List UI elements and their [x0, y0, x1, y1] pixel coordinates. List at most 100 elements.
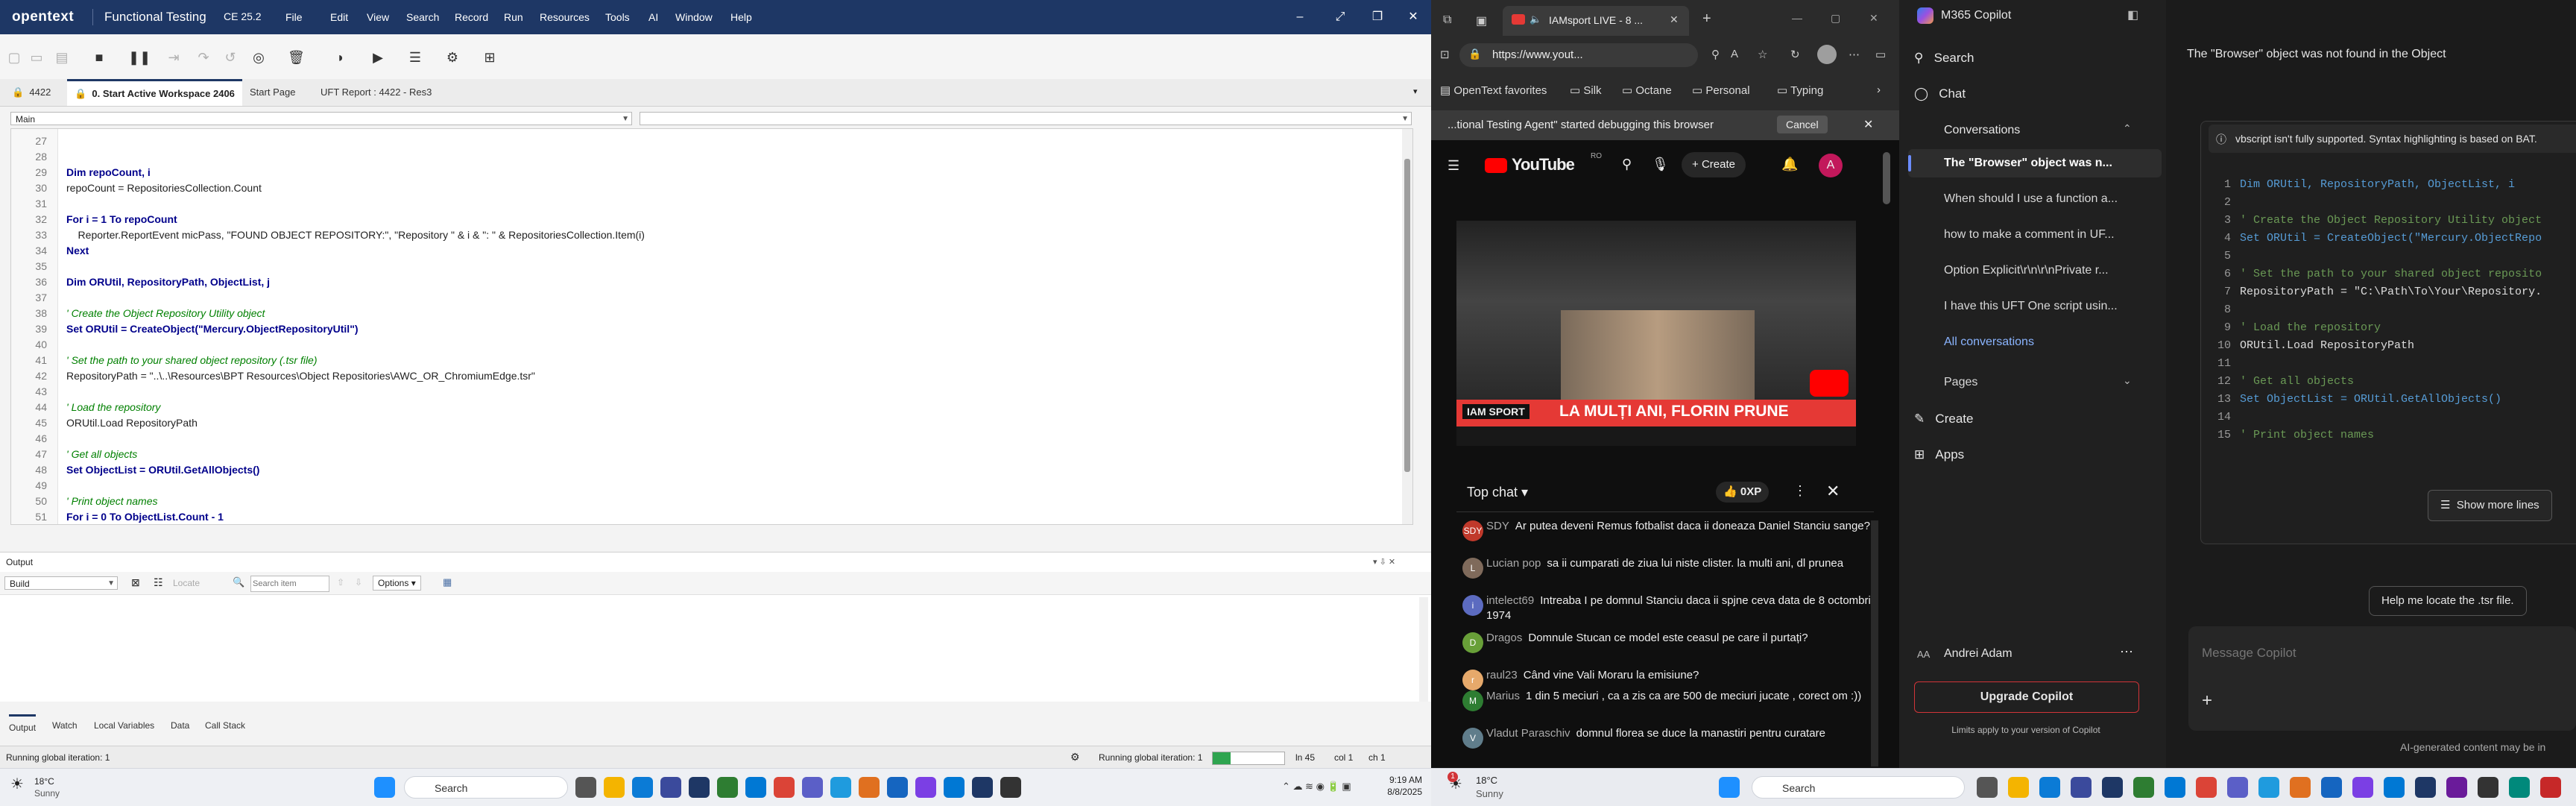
- app-icon[interactable]: [2415, 777, 2436, 798]
- chat-author[interactable]: Lucian pop: [1486, 557, 1541, 570]
- task-view-icon[interactable]: [575, 777, 596, 798]
- upgrade-copilot-button[interactable]: Upgrade Copilot: [1914, 681, 2139, 713]
- chat-scrollbar[interactable]: [1871, 520, 1878, 766]
- app-icon[interactable]: [2321, 777, 2342, 798]
- app-icon[interactable]: [972, 777, 993, 798]
- sidebar-toggle-icon[interactable]: ▭: [1875, 48, 1886, 61]
- show-more-lines-button[interactable]: ☰ Show more lines: [2428, 490, 2552, 521]
- new-tab-icon[interactable]: +: [1702, 10, 1711, 28]
- search-icon[interactable]: ⚲: [1622, 157, 1632, 172]
- save-icon[interactable]: ▤: [54, 49, 70, 66]
- chat-avatar[interactable]: L: [1462, 558, 1483, 579]
- add-attachment-icon[interactable]: +: [2202, 690, 2212, 711]
- tab-call-stack[interactable]: Call Stack: [205, 714, 245, 737]
- menu-search[interactable]: Search: [398, 0, 447, 34]
- message-composer[interactable]: +: [2188, 626, 2576, 731]
- delete-icon[interactable]: 🗑: [288, 49, 305, 66]
- app-icon[interactable]: [660, 777, 681, 798]
- outlook-icon[interactable]: [2165, 777, 2185, 798]
- output-search-input[interactable]: [250, 576, 329, 592]
- close-banner-icon[interactable]: ✕: [1863, 117, 1873, 132]
- menu-window[interactable]: Window: [667, 0, 721, 34]
- close-icon[interactable]: ✕: [1395, 0, 1431, 34]
- chat-mode-select[interactable]: Top chat ▾: [1467, 485, 1528, 500]
- task-view-icon[interactable]: [1977, 777, 1998, 798]
- workspaces-icon[interactable]: ⧉: [1443, 13, 1451, 27]
- app-icon[interactable]: [830, 777, 851, 798]
- app-icon[interactable]: [717, 777, 738, 798]
- file-explorer-icon[interactable]: [604, 777, 625, 798]
- chrome-icon[interactable]: [2196, 777, 2217, 798]
- extension-icon[interactable]: ⚲: [1711, 48, 1720, 61]
- tab-workspace[interactable]: 🔒 0. Start Active Workspace 2406: [67, 79, 242, 106]
- app-icon[interactable]: [2384, 777, 2405, 798]
- profile-avatar[interactable]: [1817, 45, 1837, 64]
- conversation-item[interactable]: The "Browser" object was n...: [1944, 157, 2112, 170]
- tab-watch[interactable]: Watch: [52, 714, 78, 737]
- read-aloud-icon[interactable]: A: [1731, 48, 1738, 60]
- app-icon[interactable]: [2071, 777, 2092, 798]
- more-icon[interactable]: ⋯: [1849, 48, 1860, 61]
- object-spy-icon[interactable]: ⊞: [482, 49, 498, 66]
- app-icon[interactable]: [2509, 777, 2530, 798]
- nav-apps[interactable]: ⊞ Apps: [1914, 447, 1964, 462]
- options-button[interactable]: Options ▾: [373, 576, 421, 591]
- chat-avatar[interactable]: i: [1462, 595, 1483, 616]
- subscribe-play-icon[interactable]: [1810, 370, 1849, 397]
- close-chat-icon[interactable]: ✕: [1826, 482, 1840, 501]
- taskbar-search[interactable]: Search: [404, 776, 568, 799]
- video-player[interactable]: IAM SPORT LA MULȚI ANI, FLORIN PRUNE: [1456, 221, 1856, 446]
- tab-test-id[interactable]: 🔒 4422: [4, 79, 58, 106]
- menu-file[interactable]: File: [277, 0, 311, 34]
- account-avatar[interactable]: A: [1819, 154, 1843, 177]
- scrollbar-thumb[interactable]: [1404, 159, 1410, 472]
- taskbar-search[interactable]: Search: [1752, 776, 1965, 799]
- settings-icon[interactable]: ⚙: [444, 49, 461, 66]
- conversations-header[interactable]: Conversations: [1944, 124, 2020, 137]
- menu-help[interactable]: Help: [722, 0, 760, 34]
- next-icon[interactable]: ⇩: [355, 577, 362, 588]
- conversation-item[interactable]: I have this UFT One script usin...: [1944, 300, 2118, 313]
- app-icon[interactable]: [887, 777, 908, 798]
- chat-author[interactable]: intelect69: [1486, 594, 1534, 607]
- favorites-octane[interactable]: ▭ Octane: [1622, 84, 1672, 97]
- system-tray-icons[interactable]: ⌃ ☁ ≋ ◉ 🔋 ▣: [1282, 781, 1351, 793]
- step-out-icon[interactable]: ↺: [222, 49, 239, 66]
- user-more-icon[interactable]: ⋯: [2120, 644, 2133, 660]
- conversation-item[interactable]: Option Explicit\r\n\r\nPrivate r...: [1944, 264, 2109, 277]
- xp-badge[interactable]: 👍 0XP: [1716, 482, 1770, 503]
- file-explorer-icon[interactable]: [2008, 777, 2029, 798]
- code-editor[interactable]: 27 28 29 Dim repoCount, i 30 repoCount = Repo…: [10, 128, 1413, 525]
- chat-avatar[interactable]: V: [1462, 728, 1483, 749]
- chevron-down-icon[interactable]: ⌄: [2123, 374, 2132, 387]
- settings-gear-icon[interactable]: ⚙: [1070, 751, 1080, 764]
- restore-down-icon[interactable]: ⤢: [1322, 0, 1358, 34]
- windows-start-icon[interactable]: [1719, 777, 1740, 798]
- tab-list-icon[interactable]: ▾: [1413, 86, 1418, 96]
- message-input[interactable]: [2200, 643, 2561, 664]
- output-filter-combo[interactable]: Build ▼: [4, 576, 118, 590]
- chat-avatar[interactable]: D: [1462, 632, 1483, 653]
- export-icon[interactable]: ▦: [443, 576, 452, 588]
- favorites-folder[interactable]: ▤ OpenText favorites: [1440, 84, 1547, 97]
- app-icon[interactable]: [2446, 777, 2467, 798]
- menu-ai[interactable]: AI: [640, 0, 666, 34]
- app-icon[interactable]: [2258, 777, 2279, 798]
- chrome-icon[interactable]: [774, 777, 795, 798]
- open-icon[interactable]: ▭: [28, 49, 45, 66]
- chat-author[interactable]: Dragos: [1486, 632, 1522, 644]
- procedure-combo[interactable]: ▼: [640, 112, 1412, 125]
- nav-create[interactable]: ✎ Create: [1914, 412, 1973, 426]
- step-over-icon[interactable]: ↷: [195, 49, 212, 66]
- chat-author[interactable]: raul23: [1486, 669, 1518, 681]
- output-pin-close-icons[interactable]: ▾ ⇩ ✕: [1373, 557, 1395, 567]
- collapse-sidebar-icon[interactable]: ◧: [2127, 7, 2138, 22]
- all-conversations-link[interactable]: All conversations: [1944, 336, 2034, 349]
- windows-start-icon[interactable]: [374, 777, 395, 798]
- create-button[interactable]: + Create: [1682, 152, 1746, 177]
- favorites-silk[interactable]: ▭ Silk: [1570, 84, 1602, 97]
- new-icon[interactable]: ▢: [6, 49, 22, 66]
- uft-app-icon[interactable]: [689, 777, 710, 798]
- menu-edit[interactable]: Edit: [322, 0, 356, 34]
- edge-icon[interactable]: [632, 777, 653, 798]
